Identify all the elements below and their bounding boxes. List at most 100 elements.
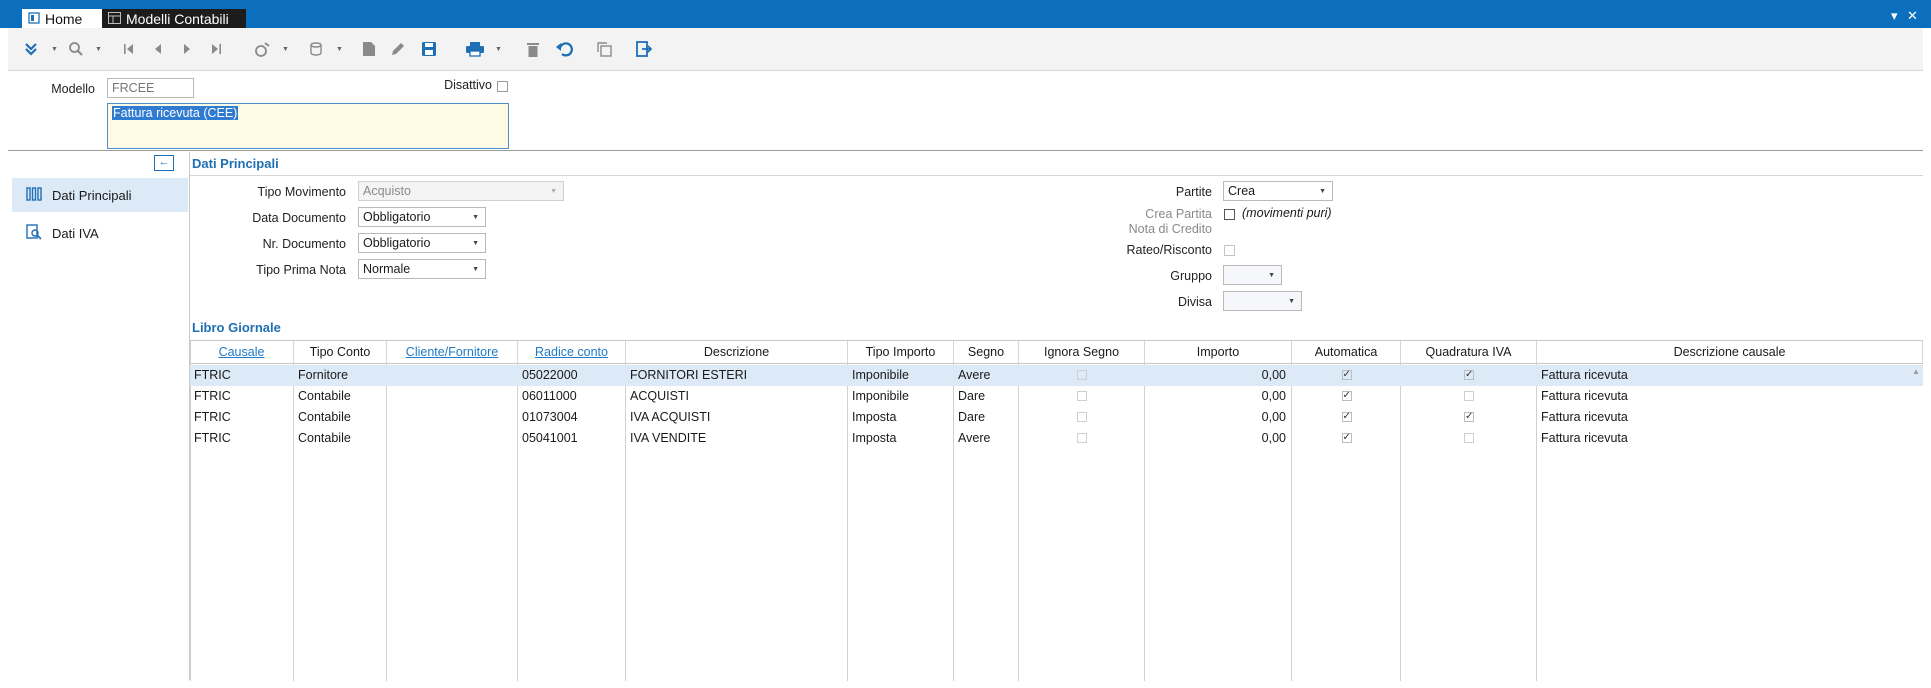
last-record-icon[interactable]	[203, 36, 229, 62]
column-header-causale[interactable]: Causale	[190, 341, 294, 363]
collapse-panel-icon[interactable]: ←	[154, 155, 174, 171]
print-icon[interactable]	[462, 36, 488, 62]
nota-di-credito-label: Nota di Credito	[1128, 222, 1212, 236]
column-header-descrizione-causale[interactable]: Descrizione causale	[1537, 341, 1923, 363]
quadratura-iva-checkbox[interactable]	[1464, 391, 1474, 401]
partite-label: Partite	[1175, 185, 1212, 199]
table-row[interactable]: FTRIC Contabile 01073004 IVA ACQUISTI Impost…	[190, 407, 1923, 428]
ignora-segno-checkbox[interactable]	[1077, 412, 1087, 422]
divisa-select[interactable]: ▼	[1223, 291, 1302, 311]
tab-modelli-label: Modelli Contabili	[126, 10, 229, 27]
tipo-prima-nota-select[interactable]: Normale ▼	[358, 259, 486, 279]
chevron-down-icon: ▼	[472, 240, 479, 247]
ignora-segno-checkbox[interactable]	[1077, 391, 1087, 401]
header-separator	[8, 150, 1923, 151]
libro-giornale-grid: Causale Tipo Conto Cliente/Fornitore Radice…	[190, 340, 1923, 681]
cell-descrizione-causale: Fattura ricevuta	[1541, 410, 1628, 424]
column-header-automatica[interactable]: Automatica	[1292, 341, 1401, 363]
column-header-descrizione[interactable]: Descrizione	[626, 341, 848, 363]
delete-icon[interactable]	[520, 36, 546, 62]
descrizione-field[interactable]: Fattura ricevuta (CEE)	[107, 103, 509, 149]
nr-documento-select[interactable]: Obbligatorio ▼	[358, 233, 486, 253]
automatica-checkbox[interactable]: ✓	[1341, 391, 1352, 401]
next-record-icon[interactable]	[174, 36, 200, 62]
movimenti-puri-hint: (movimenti puri)	[1242, 206, 1332, 220]
cell-tipo-conto: Fornitore	[298, 368, 349, 382]
tipo-movimento-select[interactable]: Acquisto ▼	[358, 181, 564, 201]
undo-icon[interactable]	[552, 36, 578, 62]
cell-descrizione-causale: Fattura ricevuta	[1541, 389, 1628, 403]
save-icon[interactable]	[416, 36, 442, 62]
first-record-icon[interactable]	[116, 36, 142, 62]
window-menu-button[interactable]: ▾	[1891, 8, 1898, 24]
expand-menu-icon[interactable]	[18, 36, 44, 62]
chevron-down-icon: ▼	[1319, 188, 1326, 195]
partite-select[interactable]: Crea ▼	[1223, 181, 1333, 201]
cell-cliente-fornitore	[387, 365, 518, 386]
automatica-checkbox[interactable]: ✓	[1341, 433, 1352, 443]
disattivo-checkbox[interactable]	[497, 81, 508, 92]
cell-tipo-importo: Imponibile	[852, 389, 909, 403]
ignora-segno-checkbox[interactable]	[1077, 370, 1087, 380]
scroll-up-icon[interactable]: ▲	[1912, 367, 1920, 376]
divisa-label: Divisa	[1177, 295, 1212, 309]
automatica-checkbox[interactable]: ✓	[1341, 370, 1352, 380]
tab-home[interactable]: Home	[22, 9, 114, 28]
header-divider	[190, 363, 1923, 364]
copy-icon[interactable]	[591, 36, 617, 62]
data-documento-value: Obbligatorio	[363, 210, 431, 224]
section-libro-giornale-title: Libro Giornale	[192, 320, 281, 335]
sidebar-item-dati-iva[interactable]: Dati IVA	[12, 216, 188, 250]
table-row[interactable]: FTRIC Contabile 06011000 ACQUISTI Imponibile…	[190, 386, 1923, 407]
column-header-radice-conto[interactable]: Radice conto	[518, 341, 626, 363]
new-document-icon[interactable]	[356, 36, 382, 62]
cell-descrizione-causale: Fattura ricevuta	[1541, 431, 1628, 445]
modello-field[interactable]: FRCEE	[107, 78, 194, 98]
rateo-risconto-checkbox[interactable]	[1224, 245, 1235, 256]
previous-record-icon[interactable]	[145, 36, 171, 62]
column-header-cliente-fornitore[interactable]: Cliente/Fornitore	[387, 341, 518, 363]
automatica-checkbox[interactable]: ✓	[1341, 412, 1352, 422]
gruppo-select[interactable]: ▼	[1223, 265, 1282, 285]
data-documento-label: Data Documento	[252, 211, 346, 225]
close-button[interactable]: ✕	[1907, 8, 1918, 24]
column-header-ignora-segno[interactable]: Ignora Segno	[1019, 341, 1145, 363]
cell-radice-conto: 06011000	[522, 389, 577, 403]
quadratura-iva-checkbox[interactable]: ✓	[1464, 370, 1474, 380]
column-header-importo[interactable]: Importo	[1145, 341, 1292, 363]
data-documento-select[interactable]: Obbligatorio ▼	[358, 207, 486, 227]
quadratura-iva-checkbox[interactable]	[1464, 433, 1474, 443]
search-icon[interactable]	[63, 36, 89, 62]
column-header-quadratura-iva[interactable]: Quadratura IVA	[1401, 341, 1537, 363]
partite-value: Crea	[1228, 184, 1256, 198]
database-icon[interactable]	[304, 36, 330, 62]
tab-home-label: Home	[45, 10, 83, 27]
sidebar-item-label: Dati Principali	[52, 187, 132, 203]
cell-descrizione-causale: Fattura ricevuta	[1541, 368, 1628, 382]
table-row[interactable]: FTRIC Contabile 05041001 IVA VENDITE Imposta…	[190, 428, 1923, 449]
chevron-down-icon: ▼	[1288, 298, 1295, 305]
edit-icon[interactable]	[385, 36, 411, 62]
cell-segno: Dare	[958, 410, 986, 424]
quadratura-iva-checkbox[interactable]: ✓	[1464, 412, 1474, 422]
cell-tipo-conto: Contabile	[298, 431, 351, 445]
gruppo-label: Gruppo	[1170, 269, 1212, 283]
wizard-icon[interactable]	[250, 36, 276, 62]
tab-modelli-contabili[interactable]: Modelli Contabili	[102, 9, 246, 28]
exit-icon[interactable]	[631, 36, 657, 62]
ignora-segno-checkbox[interactable]	[1077, 433, 1087, 443]
table-row[interactable]: FTRIC Fornitore 05022000 FORNITORI ESTERI Im…	[190, 365, 1923, 386]
cell-tipo-conto: Contabile	[298, 389, 351, 403]
column-header-tipo-importo[interactable]: Tipo Importo	[848, 341, 954, 363]
section-dati-principali-title: Dati Principali	[192, 156, 279, 171]
cell-causale: FTRIC	[194, 431, 231, 445]
crea-partita-checkbox[interactable]	[1224, 209, 1235, 220]
cell-importo: 0,00	[1261, 431, 1286, 445]
tipo-prima-nota-label: Tipo Prima Nota	[256, 263, 346, 277]
cell-tipo-conto: Contabile	[298, 410, 351, 424]
cell-tipo-importo: Imponibile	[852, 368, 909, 382]
column-header-tipo-conto[interactable]: Tipo Conto	[294, 341, 387, 363]
home-icon	[28, 11, 40, 27]
sidebar-item-dati-principali[interactable]: Dati Principali	[12, 178, 188, 212]
column-header-segno[interactable]: Segno	[954, 341, 1019, 363]
